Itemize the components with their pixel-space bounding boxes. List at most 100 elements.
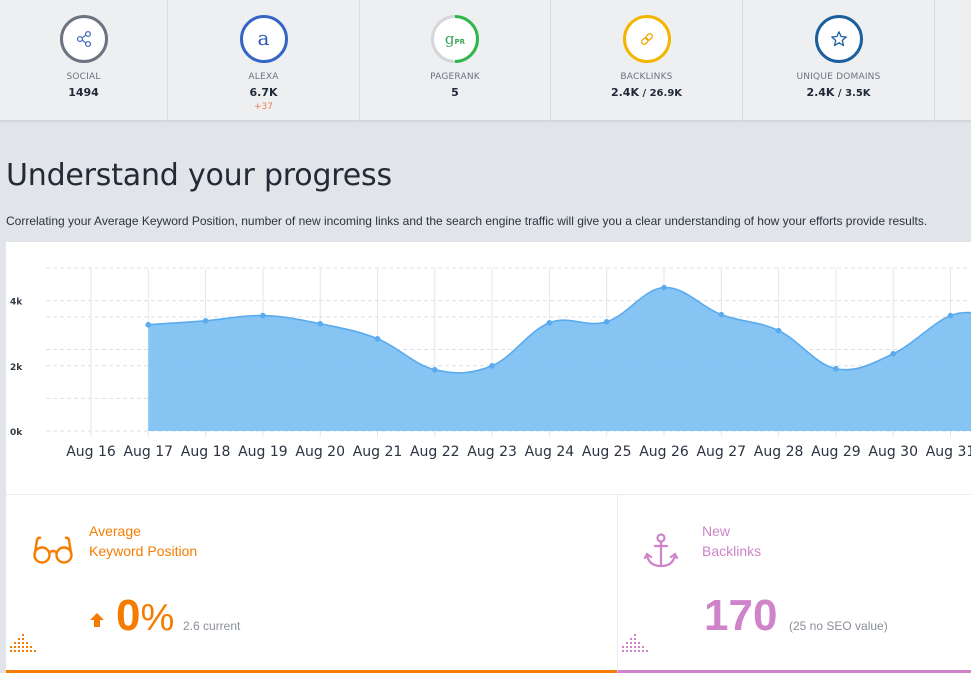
stat-value-main: 5 — [451, 86, 459, 99]
dot — [18, 650, 20, 652]
dot — [22, 634, 24, 636]
panel-keyword-position[interactable]: Average Keyword Position 0% 2.6 current — [6, 495, 617, 673]
glasses-icon — [32, 535, 74, 570]
section-description: Correlating your Average Keyword Positio… — [6, 214, 928, 228]
stats-bar: SOCIAL 1494 a ALEXA 6.7K +37 gPR PAGERAN… — [0, 0, 971, 122]
x-tick-label: Aug 24 — [525, 444, 575, 460]
dot — [634, 642, 636, 644]
dot — [34, 650, 36, 652]
x-tick-label: Aug 16 — [66, 444, 116, 460]
share-icon — [76, 30, 91, 48]
series-area — [148, 287, 971, 431]
data-point — [432, 366, 438, 373]
x-tick-label: Aug 28 — [754, 444, 804, 460]
keyword-position-current: 2.6 current — [183, 619, 241, 633]
stat-unique-domains[interactable]: UNIQUE DOMAINS 2.4K / 3.5K — [743, 0, 935, 122]
dot — [18, 642, 20, 644]
y-tick-label: 0k — [10, 428, 23, 438]
stat-overflow — [935, 0, 971, 122]
no-seo-value-note: (25 no SEO value) — [789, 619, 888, 633]
dot-histogram-icon — [622, 634, 648, 652]
dot — [630, 650, 632, 652]
data-point — [833, 365, 839, 372]
stat-value: 6.7K — [168, 86, 359, 99]
data-point — [947, 312, 954, 319]
stat-label: PAGERANK — [430, 72, 480, 82]
x-tick-label: Aug 20 — [295, 444, 345, 460]
alexa-icon: a — [257, 25, 270, 50]
dot — [14, 646, 16, 648]
title-line-1: New — [702, 523, 731, 539]
dot — [18, 646, 20, 648]
dot — [622, 650, 624, 652]
dot — [22, 650, 24, 652]
y-tick-label: 4k — [10, 298, 23, 308]
stat-value: 1494 — [0, 86, 167, 99]
dot — [26, 646, 28, 648]
pagerank-icon: gPR — [444, 29, 466, 48]
x-tick-label: Aug 19 — [238, 444, 288, 460]
dot — [22, 642, 24, 644]
x-tick-label: Aug 27 — [696, 444, 746, 460]
traffic-chart[interactable]: 0k 2k 4k Aug 16 Aug 17 Aug 18 Aug 19 Aug 20 Aug … — [6, 242, 971, 494]
dot — [26, 642, 28, 644]
stat-pagerank[interactable]: gPR PAGERANK 5 — [360, 0, 551, 122]
anchor-icon — [643, 533, 679, 574]
x-tick-label: Aug 18 — [181, 444, 231, 460]
dot — [26, 650, 28, 652]
x-tick-label: Aug 31 — [926, 444, 971, 460]
stat-value-main: 6.7K — [249, 86, 278, 99]
title-line-2: Backlinks — [702, 543, 762, 559]
dot — [634, 634, 636, 636]
new-backlinks-title: New Backlinks — [702, 521, 761, 561]
stat-backlinks[interactable]: BACKLINKS 2.4K / 26.9K — [551, 0, 743, 122]
data-point — [890, 350, 896, 357]
stat-value-total: / 26.9K — [638, 88, 683, 99]
new-backlinks-count: 170 — [704, 591, 778, 640]
social-ring — [59, 15, 108, 63]
dot — [14, 650, 16, 652]
alexa-ring: a — [239, 15, 288, 63]
x-tick-label: Aug 26 — [639, 444, 689, 460]
dot-histogram-icon — [10, 634, 36, 652]
data-point — [603, 318, 610, 325]
data-point — [374, 335, 381, 342]
dot — [630, 646, 632, 648]
keyword-position-title: Average Keyword Position — [89, 521, 197, 561]
link-icon — [640, 33, 653, 45]
backlinks-ring — [622, 15, 671, 63]
title-line-2: Keyword Position — [89, 543, 198, 559]
data-point — [775, 327, 782, 334]
progress-card: 0k 2k 4k Aug 16 Aug 17 Aug 18 Aug 19 Aug 20 Aug … — [6, 242, 971, 673]
dot — [642, 650, 644, 652]
dot — [22, 646, 24, 648]
section-title: Understand your progress — [6, 158, 392, 193]
data-point — [489, 363, 495, 369]
stat-label: UNIQUE DOMAINS — [796, 72, 881, 82]
stat-alexa[interactable]: a ALEXA 6.7K +37 — [168, 0, 360, 122]
stat-social[interactable]: SOCIAL 1494 — [0, 0, 168, 122]
x-tick-label: Aug 30 — [868, 444, 918, 460]
stat-value: 2.4K / 26.9K — [551, 86, 742, 99]
data-point — [661, 284, 667, 291]
change-unit: % — [140, 597, 175, 639]
dot — [630, 642, 632, 644]
dot — [30, 650, 32, 652]
data-point — [546, 319, 553, 326]
dot — [10, 646, 12, 648]
x-tick-label: Aug 21 — [353, 444, 403, 460]
x-tick-label: Aug 17 — [123, 444, 173, 460]
panel-new-backlinks[interactable]: New Backlinks 170 (25 no SEO value) — [617, 495, 971, 673]
y-tick-label: 2k — [10, 363, 23, 373]
stat-label: ALEXA — [248, 72, 279, 82]
dot — [638, 642, 640, 644]
data-point — [317, 320, 324, 327]
dot — [626, 642, 628, 644]
title-line-1: Average — [89, 523, 141, 539]
dot — [10, 650, 12, 652]
dot — [14, 642, 16, 644]
data-point — [718, 311, 725, 318]
stat-delta: +37 — [254, 102, 273, 112]
stat-value: 5 — [360, 86, 550, 99]
dot — [630, 638, 632, 640]
